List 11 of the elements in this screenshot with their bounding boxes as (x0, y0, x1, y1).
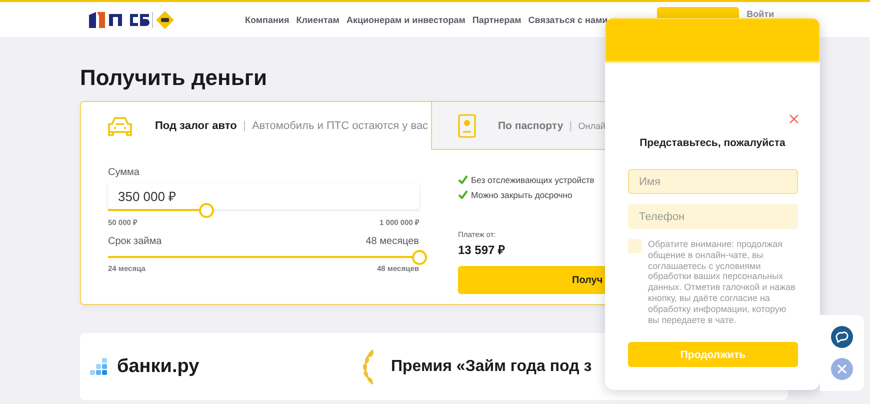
award-text: Премия «Займ года под з (391, 358, 592, 376)
slider-value: 48 месяцев (366, 236, 419, 247)
feature-text: Без отслеживающих устройств (471, 174, 594, 184)
slider-label: Срок займа (108, 236, 162, 247)
slider-label: Сумма (108, 167, 140, 178)
page-title: Получить деньги (80, 65, 268, 91)
award-text: банки.ру (117, 356, 200, 378)
consent-text: Обратите внимание: продолжая общение в онлайн-чате, вы соглашаетесь с условиями обработки ваших персональных данных. Отметив галочкой и нажав кнопку, вы даёте согласие на обработку информации, которую вы передаете в чате. (648, 239, 796, 326)
feature-text: Можно закрыть досрочно (471, 190, 572, 200)
chat-title: Представьтесь, пожалуйста (638, 137, 786, 149)
payment-value: 13 597 ₽ (458, 242, 506, 258)
